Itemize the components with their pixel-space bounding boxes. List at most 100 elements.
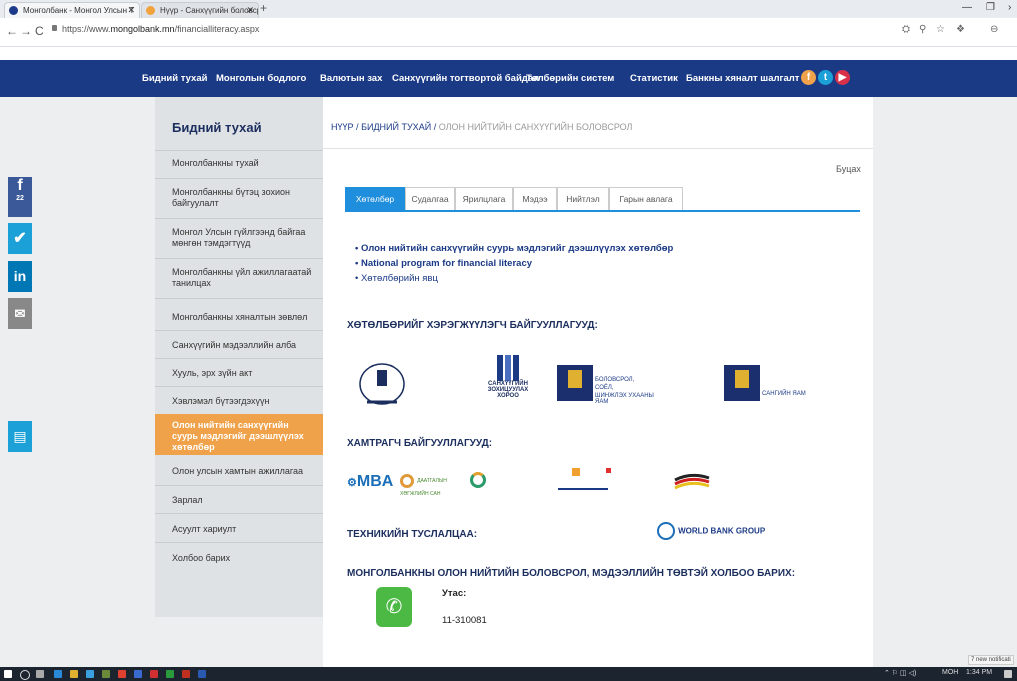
sidebar-item-banknotes[interactable]: Монгол Улсын гүйлгээнд байгаа мөнгөн тэм…	[172, 227, 312, 249]
tab-interviews[interactable]: Ярилцлага	[455, 187, 513, 211]
mba-logo[interactable]: ⚙MBA	[347, 473, 397, 493]
facebook-share-count: 22	[16, 195, 24, 202]
sidebar-item-announcements[interactable]: Зарлал	[172, 495, 312, 506]
mof-logo-text: САНГИЙН ЯАМ	[762, 391, 806, 397]
list-item-label: National program for financial literacy	[360, 258, 533, 269]
sidebar-item-international[interactable]: Олон улсын хамтын ажиллагаа	[172, 466, 312, 477]
divider	[155, 298, 323, 299]
twitter-icon[interactable]: t	[818, 70, 833, 85]
partner-swirl-logo[interactable]	[470, 472, 500, 494]
browser-tab-bar: Монголбанк - Монгол Улсын Т ✕ Нүүр - Сан…	[0, 0, 1017, 18]
education-ministry-logo[interactable]: БОЛОВСРОЛ, СОЁЛ, ШИНЖЛЭХ УХААНЫ ЯАМ	[557, 365, 667, 405]
forward-arrow-icon[interactable]: →	[20, 24, 32, 38]
phone-number[interactable]: 11-310081	[442, 615, 487, 626]
calculator-icon[interactable]: ▤	[8, 421, 32, 452]
tab-news[interactable]: Мэдээ	[513, 187, 557, 211]
edge-icon[interactable]	[54, 670, 62, 678]
tab-program[interactable]: Хөтөлбөр	[345, 187, 405, 211]
sidebar-item-structure[interactable]: Монголбанкны бүтэц зохион байгуулалт	[172, 187, 312, 209]
mongolbank-logo[interactable]	[357, 360, 407, 412]
browser-tab-label: Нүүр - Санхүүгийн боловсрол	[160, 6, 258, 15]
chrome-icon[interactable]	[118, 670, 126, 678]
breadcrumb-home[interactable]: НҮҮР	[331, 122, 354, 132]
divider	[155, 330, 323, 331]
phone-icon[interactable]: ✆	[376, 587, 412, 627]
sidebar-item-activities[interactable]: Монголбанкны үйл ажиллагаатай танилцах	[172, 267, 312, 289]
twitter-share-icon[interactable]: ✔	[8, 223, 32, 254]
nav-item-payment-system[interactable]: Төлбөрийн систем	[526, 73, 614, 84]
close-tab-icon[interactable]: ✕	[127, 3, 135, 18]
sidebar-item-financial-info[interactable]: Санхүүгийн мэдээллийн алба	[172, 340, 312, 351]
sidebar-item-about-bank[interactable]: Монголбанкны тухай	[172, 158, 312, 169]
tab-research[interactable]: Судалгаа	[405, 187, 455, 211]
sidebar-item-legal[interactable]: Хууль, эрх зүйн акт	[172, 368, 312, 379]
browser-tab[interactable]: Нүүр - Санхүүгийн боловсрол ✕	[141, 2, 259, 18]
sidebar-item-faq[interactable]: Асуулт хариулт	[172, 524, 312, 535]
frc-logo[interactable]: САНХҮҮГИЙН ЗОХИЦУУЛАХ ХОРОО	[478, 355, 538, 417]
back-link[interactable]: Буцах	[836, 164, 861, 174]
fund-logo[interactable]	[558, 468, 610, 502]
facebook-icon[interactable]: f	[801, 70, 816, 85]
windows-start-icon[interactable]	[4, 670, 12, 678]
sidebar-item-supervisory-board[interactable]: Монголбанкны хяналтын зөвлөл	[172, 312, 312, 323]
notification-toast[interactable]: 7 new notificati	[968, 655, 1014, 665]
app-icon[interactable]	[134, 670, 142, 678]
reload-icon[interactable]: C	[35, 24, 44, 38]
bookmark-star-icon[interactable]: ☆	[936, 24, 945, 35]
list-item-national-program-link[interactable]: • National program for financial literac…	[355, 258, 532, 269]
minimize-icon[interactable]: —	[962, 2, 972, 13]
system-tray-icon[interactable]: ⌃ ⚐ ◫ ◁)	[884, 669, 916, 677]
technical-heading: ТЕХНИКИЙН ТУСЛАЛЦАА:	[347, 529, 478, 540]
file-explorer-icon[interactable]	[70, 670, 78, 678]
store-icon[interactable]	[86, 670, 94, 678]
linkedin-share-icon[interactable]: in	[8, 261, 32, 292]
excel-icon[interactable]	[166, 670, 174, 678]
tab-articles[interactable]: Нийтлэл	[557, 187, 609, 211]
back-arrow-icon[interactable]: ←	[6, 24, 18, 38]
nav-item-about[interactable]: Бидний тухай	[142, 73, 207, 84]
nav-item-financial-stability[interactable]: Санхүүгийн тогтвортой байдал	[392, 73, 539, 84]
account-icon[interactable]: ⊖	[990, 24, 998, 35]
list-item-program-link[interactable]: • Олон нийтийн санхүүгийн суурь мэдлэгий…	[355, 243, 673, 254]
deposit-insurance-logo[interactable]: ДААТГАЛЫН ХӨГЖЛИЙН САН	[400, 474, 460, 497]
nav-item-bank-supervision[interactable]: Банкны хяналт шалгалт	[686, 73, 799, 84]
url-prefix: https://www.	[62, 24, 111, 34]
app-icon[interactable]	[102, 670, 110, 678]
clock[interactable]: 1:34 PM	[966, 669, 992, 676]
zoom-icon[interactable]: ⚲	[919, 24, 926, 35]
task-view-icon[interactable]	[36, 670, 44, 678]
extension-icon[interactable]: ❖	[956, 24, 965, 35]
close-tab-icon[interactable]: ✕	[246, 3, 254, 18]
sidebar-item-publications[interactable]: Хэвлэмэл бүтээгдэхүүн	[172, 396, 312, 407]
frc-bars-icon	[497, 355, 519, 381]
nav-item-policy[interactable]: Монголын бодлого	[216, 73, 306, 84]
url-path: /financialliteracy.aspx	[174, 24, 260, 34]
breadcrumb-parent[interactable]: БИДНИЙ ТУХАЙ	[361, 122, 431, 132]
email-share-icon[interactable]: ✉	[8, 298, 32, 329]
new-tab-icon[interactable]: +	[260, 1, 267, 15]
browser-tab-active[interactable]: Монголбанк - Монгол Улсын Т ✕	[4, 2, 140, 18]
search-icon[interactable]	[20, 670, 30, 680]
finance-ministry-logo[interactable]: САНГИЙН ЯАМ	[724, 365, 814, 405]
action-center-icon[interactable]	[1004, 670, 1012, 678]
nav-item-statistics[interactable]: Статистик	[630, 73, 678, 84]
input-language[interactable]: МОН	[942, 669, 958, 676]
sidebar-title: Бидний тухай	[172, 120, 262, 135]
nav-item-currency-market[interactable]: Валютын зах	[320, 73, 382, 84]
facebook-share-icon[interactable]: f 22	[8, 177, 32, 217]
close-window-icon[interactable]: ›	[1008, 2, 1011, 13]
maximize-icon[interactable]: ❐	[986, 2, 995, 13]
sidebar-item-contact[interactable]: Холбоо барих	[172, 553, 312, 564]
url-field[interactable]: https://www.mongolbank.mn/financialliter…	[62, 24, 259, 34]
list-item-progress-link[interactable]: • Хөтөлбөрийн явц	[355, 273, 438, 284]
partner-red-logo[interactable]	[606, 468, 666, 488]
word-icon[interactable]	[198, 670, 206, 678]
german-cooperation-logo[interactable]	[673, 472, 713, 494]
world-bank-logo[interactable]: WORLD BANK GROUP	[657, 522, 767, 544]
tab-handbook[interactable]: Гарын авлага	[609, 187, 683, 211]
app-icon[interactable]	[150, 670, 158, 678]
powerpoint-icon[interactable]	[182, 670, 190, 678]
translate-icon[interactable]: ⛭	[902, 24, 910, 35]
youtube-icon[interactable]: ▶	[835, 70, 850, 85]
mba-logo-text: ⚙MBA	[347, 473, 394, 490]
